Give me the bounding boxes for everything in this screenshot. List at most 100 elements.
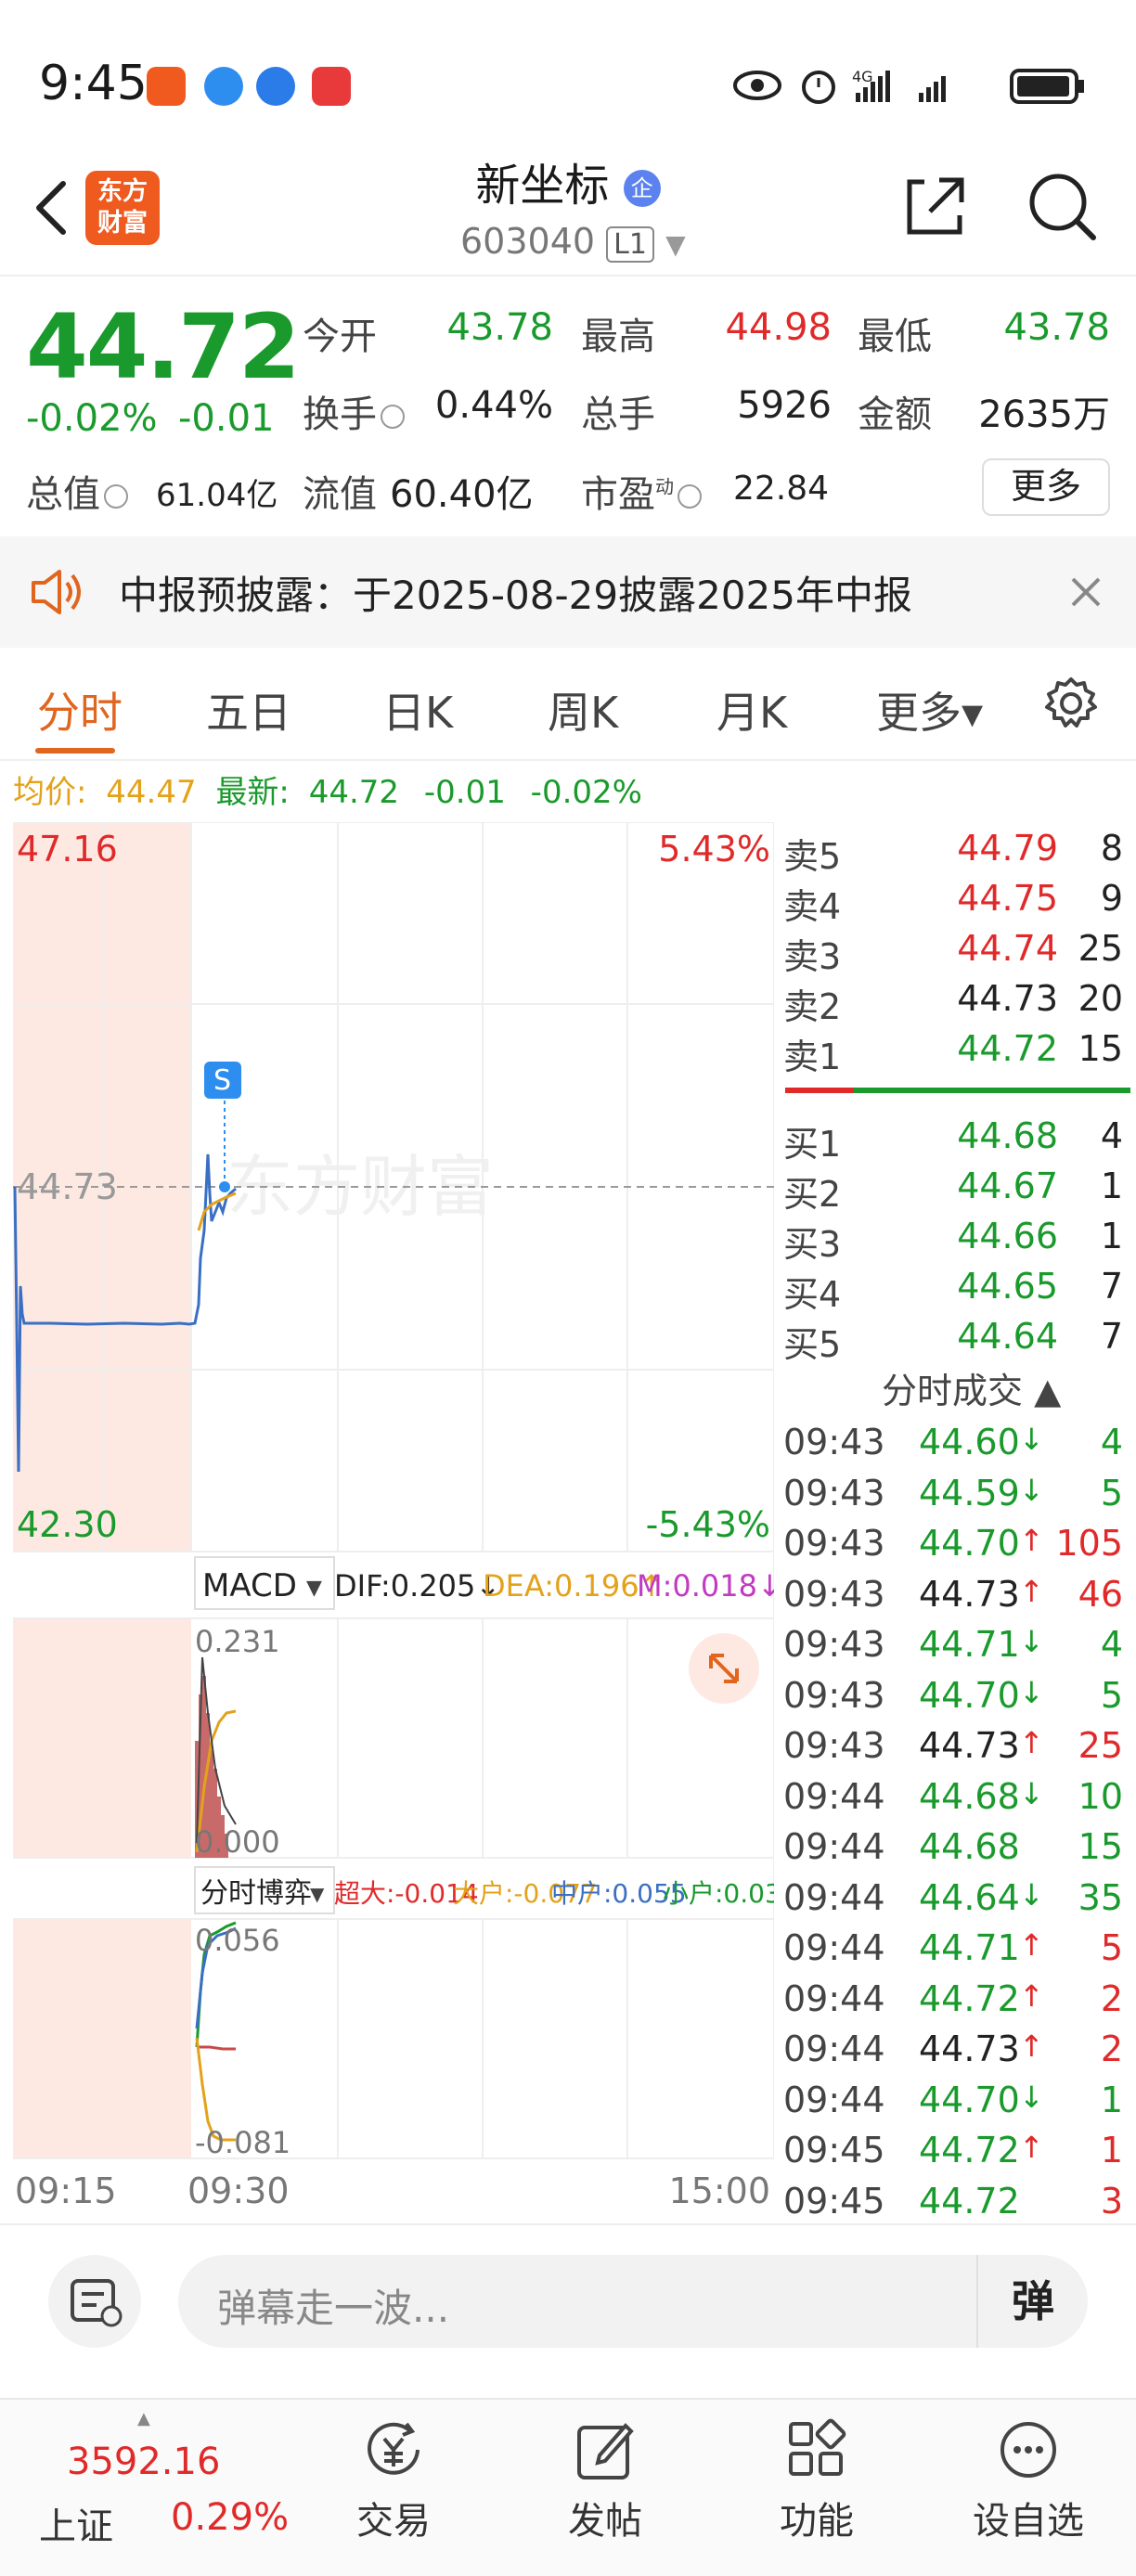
bid-label: 买2 <box>783 1174 842 1215</box>
trade-price: 44.73 <box>919 1725 1020 1766</box>
intraday-chart[interactable]: 东方财富 S 47.16 44.73 42.30 5.43% -5.43% MA… <box>13 822 774 2214</box>
nav-trade[interactable]: 交易 <box>310 2400 477 2576</box>
trade-time: 09:45 <box>783 2180 885 2222</box>
ask-volume: 8 <box>1100 828 1123 869</box>
danmu-input[interactable]: 弹幕走一波... 弹 <box>178 2255 1088 2348</box>
danmu-toggle-button[interactable] <box>48 2255 141 2348</box>
trade-direction-icon: ↓ <box>1019 1876 1044 1913</box>
ask-row[interactable]: 卖3 44.74 25 <box>780 922 1132 977</box>
enterprise-badge: 企 <box>623 170 661 207</box>
change-percent: -0.02% <box>26 397 158 440</box>
tab-weekly-k[interactable]: 周K <box>548 679 618 741</box>
time-mid: 09:30 <box>187 2170 290 2211</box>
nav-add-watchlist[interactable]: 设自选 <box>945 2400 1112 2576</box>
pe-label[interactable]: 市盈动 <box>581 464 702 518</box>
trade-time: 09:43 <box>783 1573 885 1615</box>
game-header: 分时博弈 ▼ 超大:-0.014 大户:-0.077 中户:0.055 小户:0… <box>194 1866 774 1914</box>
trade-direction-icon: ↑ <box>1019 1927 1044 1963</box>
share-icon[interactable] <box>897 169 971 243</box>
tab-more[interactable]: 更多▾ <box>876 679 983 741</box>
mktcap-label-text: 总值 <box>26 473 100 516</box>
caret-up-icon: ▲ <box>137 2409 150 2428</box>
tabs-divider <box>0 759 1136 761</box>
mktcap-label[interactable]: 总值 <box>26 464 128 518</box>
bid-volume: 1 <box>1100 1216 1123 1256</box>
info-icon <box>678 484 702 509</box>
game-label: 分时博弈 <box>200 1877 312 1910</box>
time-start: 09:15 <box>15 2170 117 2211</box>
bid-price: 44.65 <box>957 1266 1058 1307</box>
trades-title[interactable]: 分时成交 ▲ <box>882 1362 1061 1413</box>
settings-gear-icon[interactable] <box>1041 674 1101 733</box>
functions-grid-icon <box>789 2418 846 2476</box>
eye-icon <box>733 71 781 100</box>
trade-row: 09:44 44.72 ↑ 2 <box>780 1973 1132 2023</box>
ask-row[interactable]: 卖1 44.72 15 <box>780 1023 1132 1077</box>
macd-label: MACD <box>202 1567 297 1604</box>
amount-label: 金额 <box>858 393 932 436</box>
open-value: 43.78 <box>446 306 553 349</box>
status-bar: 9:45 4G <box>0 0 1136 167</box>
macd-top-label: 0.231 <box>195 1624 280 1659</box>
ask-label: 卖5 <box>783 836 842 877</box>
ask-row[interactable]: 卖2 44.73 20 <box>780 972 1132 1027</box>
bid-row[interactable]: 买1 44.68 4 <box>780 1110 1132 1165</box>
danmu-send-button[interactable]: 弹 <box>976 2255 1088 2348</box>
danmu-bar: 弹幕走一波... 弹 <box>0 2225 1136 2379</box>
bid-row[interactable]: 买4 44.65 7 <box>780 1260 1132 1315</box>
bid-row[interactable]: 买5 44.64 7 <box>780 1310 1132 1365</box>
trade-volume: 1 <box>1100 2130 1123 2170</box>
bid-row[interactable]: 买3 44.66 1 <box>780 1210 1132 1265</box>
more-button[interactable]: 更多 <box>982 458 1110 516</box>
trade-price: 44.59 <box>919 1472 1020 1513</box>
tab-intraday[interactable]: 分时 <box>37 679 123 741</box>
trade-direction-icon: ↓ <box>1019 1422 1044 1457</box>
bid-price: 44.64 <box>957 1316 1058 1357</box>
trade-direction-icon: ↓ <box>1019 1775 1044 1811</box>
bid-label: 买1 <box>783 1124 842 1165</box>
tab-monthly-k[interactable]: 月K <box>716 679 787 741</box>
trade-price: 44.70 <box>919 1674 1020 1716</box>
ask-row[interactable]: 卖4 44.75 9 <box>780 872 1132 927</box>
nav-post[interactable]: 发帖 <box>522 2400 689 2576</box>
active-tab-indicator <box>35 748 115 753</box>
avg-label: 均价: <box>13 774 87 811</box>
turnover-label[interactable]: 换手 <box>303 384 405 438</box>
signal-4g-icon: 4G <box>852 68 890 102</box>
float-value: 60.40亿 <box>390 473 534 516</box>
danmu-placeholder: 弹幕走一波... <box>217 2286 450 2331</box>
search-icon[interactable] <box>1023 167 1101 245</box>
bid-price: 44.66 <box>957 1216 1058 1256</box>
price-ref-label: 44.73 <box>17 1166 118 1207</box>
tab-daily-k[interactable]: 日K <box>382 679 453 741</box>
bottom-nav: ▲ 3592.16 上证 0.29% 交易 发帖 功能 设自选 <box>0 2398 1136 2576</box>
trade-row: 09:44 44.68 15 <box>780 1821 1132 1871</box>
notice-bar[interactable]: 中报预披露：于2025-08-29披露2025年中报 <box>0 536 1136 648</box>
trade-direction-icon: ↓ <box>1019 1472 1044 1508</box>
index-ticker[interactable]: ▲ 3592.16 上证 0.29% <box>0 2400 289 2576</box>
trade-price: 44.70 <box>919 1523 1020 1564</box>
trade-volume: 4 <box>1100 1422 1123 1462</box>
price-top-label: 47.16 <box>17 829 118 869</box>
trade-direction-icon: ↓ <box>1019 1624 1044 1659</box>
stock-code-row[interactable]: 603040 L1 ▼ <box>460 221 686 263</box>
trade-row: 09:43 44.70 ↑ 105 <box>780 1517 1132 1567</box>
nav-add-watchlist-label: 设自选 <box>973 2500 1084 2543</box>
trade-price: 44.71 <box>919 1624 1020 1665</box>
tab-five-day[interactable]: 五日 <box>206 679 291 741</box>
ask-row[interactable]: 卖5 44.79 8 <box>780 822 1132 877</box>
volume-label: 总手 <box>581 393 655 436</box>
trade-volume: 5 <box>1100 1674 1123 1716</box>
trade-row: 09:43 44.73 ↑ 25 <box>780 1719 1132 1770</box>
danmu-settings-icon <box>71 2279 123 2327</box>
trade-volume: 105 <box>1055 1523 1123 1564</box>
index-name: 上证 <box>39 2505 113 2548</box>
trade-price: 44.60 <box>919 1422 1020 1462</box>
bid-row[interactable]: 买2 44.67 1 <box>780 1160 1132 1215</box>
close-icon[interactable] <box>1067 573 1104 611</box>
index-pct: 0.29% <box>171 2496 290 2539</box>
level-badge: L1 <box>606 226 654 263</box>
svg-text:▼: ▼ <box>310 1883 325 1905</box>
trade-time: 09:43 <box>783 1523 885 1564</box>
nav-functions[interactable]: 功能 <box>733 2400 900 2576</box>
